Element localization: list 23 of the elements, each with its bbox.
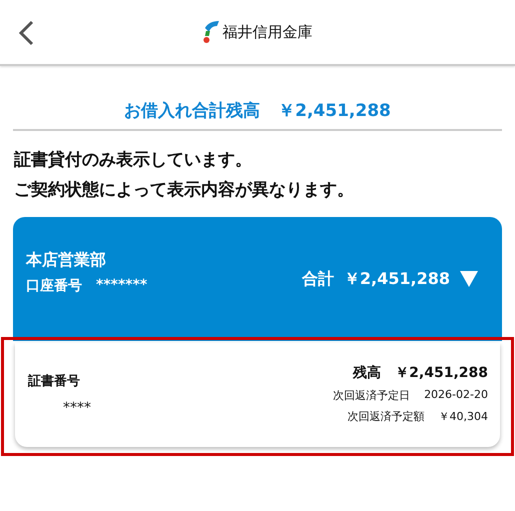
account-number: ******* <box>96 276 148 294</box>
total-balance-amount: ￥2,451,288 <box>278 100 391 122</box>
balance-label: 残高 <box>353 364 382 382</box>
notice-text: ご契約状態によって表示内容が異なります。 <box>14 179 355 202</box>
loan-row[interactable]: 証書番号 **** 残高 ￥2,451,288 次回返済予定日 2026-02-20 次回返済予定額 ￥40,304 <box>15 343 500 447</box>
due-amount-label: 次回返済予定額 <box>348 409 424 424</box>
due-date-label: 次回返済予定日 <box>333 388 410 403</box>
account-number-label: 口座番号 <box>26 276 82 294</box>
certificate-number: **** <box>63 400 91 416</box>
logo-icon <box>202 20 218 44</box>
due-amount: ￥40,304 <box>438 409 488 424</box>
bank-name: 福井信用金庫 <box>222 22 312 42</box>
account-header[interactable]: 本店営業部 口座番号 ******* 合計 ￥2,451,288 <box>13 217 502 341</box>
balance-amount: ￥2,451,288 <box>395 364 488 382</box>
back-icon[interactable] <box>18 20 34 46</box>
certificate-number-label: 証書番号 <box>28 373 81 390</box>
total-label: 合計 <box>302 268 334 290</box>
total-amount: ￥2,451,288 <box>344 268 450 290</box>
due-date: 2026-02-20 <box>424 388 488 403</box>
branch-name: 本店営業部 <box>26 250 107 270</box>
notice-text: 証書貸付のみ表示しています。 <box>14 149 253 172</box>
dropdown-icon[interactable] <box>460 271 478 287</box>
total-balance-label: お借入れ合計残高 <box>124 100 260 122</box>
